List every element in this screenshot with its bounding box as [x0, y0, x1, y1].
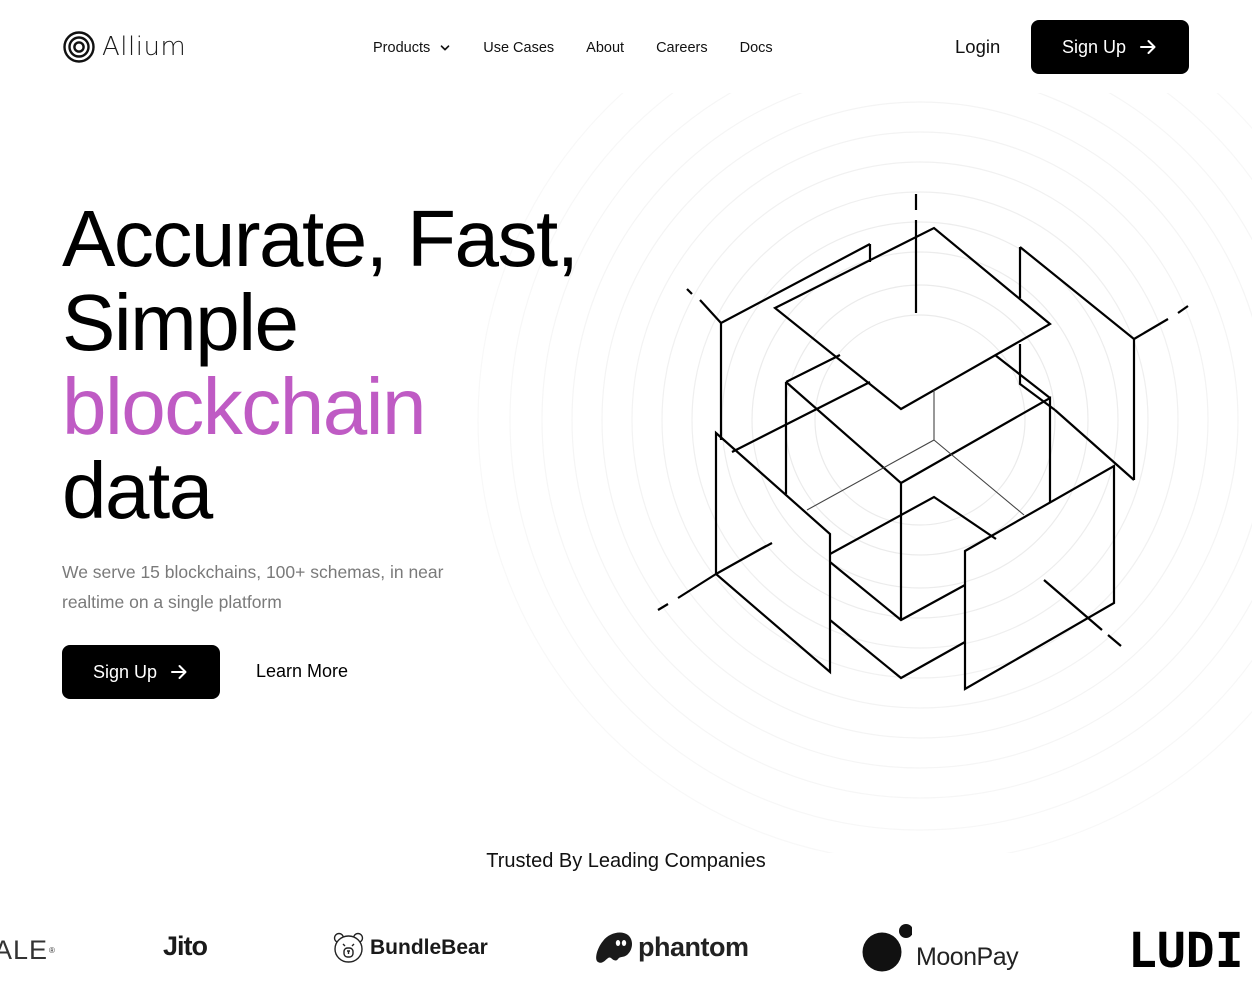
nav-item-products[interactable]: Products: [373, 40, 451, 56]
learn-more-link[interactable]: Learn More: [256, 661, 348, 682]
plate-top: [772, 226, 1052, 411]
moon-dots-icon: [862, 924, 912, 972]
logo-scale-text: ALE: [0, 935, 49, 965]
logo-scale: ALE ®: [0, 935, 56, 966]
logo-ludi: LUDI: [1128, 923, 1244, 979]
arrow-right-icon: [1140, 40, 1156, 54]
nav-item-use-cases[interactable]: Use Cases: [483, 40, 554, 56]
isometric-cube-illustration: [657, 194, 1189, 691]
chevron-down-icon: [440, 45, 450, 51]
nav-item-careers[interactable]: Careers: [656, 40, 708, 56]
bear-face-icon: [333, 932, 364, 963]
home-logo-link[interactable]: Allium: [63, 30, 186, 64]
logo-moonpay: MoonPay: [862, 923, 1019, 973]
axis-upper-left: [686, 288, 722, 324]
logo-bundlebear: BundleBear: [332, 931, 488, 964]
brand-name: Allium: [102, 32, 187, 62]
main-nav: Products Use Cases About Careers Docs: [373, 37, 773, 59]
logo-moonpay-text: MoonPay: [916, 942, 1019, 971]
company-logos-carousel: ALE ® Jito BundleBear phantom MoonPay LU…: [0, 915, 1252, 985]
logo-jito: Jito: [163, 931, 208, 961]
cube-bottom: [829, 495, 997, 680]
hero-title-line-1: Accurate, Fast,: [62, 194, 579, 283]
hero-title-line-4: data: [62, 446, 213, 535]
ghost-icon: [596, 932, 633, 963]
cube-inner: [731, 354, 1052, 620]
nav-item-about[interactable]: About: [586, 40, 624, 56]
trusted-title: Trusted By Leading Companies: [486, 850, 766, 872]
signup-button-label: Sign Up: [1061, 36, 1127, 57]
hero-title: Accurate, Fast, Simple blockchain data: [62, 194, 579, 535]
cube-inner-edge: [806, 390, 1025, 516]
logo-phantom-text: phantom: [638, 931, 749, 962]
registered-mark: ®: [49, 946, 56, 955]
logo-bundlebear-text: BundleBear: [370, 935, 488, 959]
login-link[interactable]: Login: [955, 36, 1000, 58]
arrow-right-icon: [171, 665, 187, 679]
panel-right-front: [963, 464, 1116, 691]
site-header: Allium Products Use Cases About Careers …: [0, 0, 1252, 93]
signup-button-label: Sign Up: [92, 661, 158, 682]
panel-right-back-bottom: [1054, 409, 1135, 481]
nav-item-label: Products: [373, 40, 431, 56]
panel-right-back: [1018, 246, 1136, 480]
panel-left-back: [719, 243, 872, 440]
axis-upper-right: [1133, 305, 1189, 340]
header-signup-button[interactable]: Sign Up: [1031, 20, 1189, 74]
hero-title-line-2: Simple: [62, 278, 299, 367]
allium-logo-icon: [63, 31, 95, 63]
hero-signup-button[interactable]: Sign Up: [62, 645, 220, 699]
hero-subtitle: We serve 15 blockchains, 100+ schemas, i…: [62, 562, 444, 612]
nav-item-docs[interactable]: Docs: [740, 40, 773, 56]
hero-title-accent: blockchain: [62, 362, 427, 451]
logo-phantom: phantom: [594, 930, 749, 964]
panel-left-front: [714, 430, 832, 675]
